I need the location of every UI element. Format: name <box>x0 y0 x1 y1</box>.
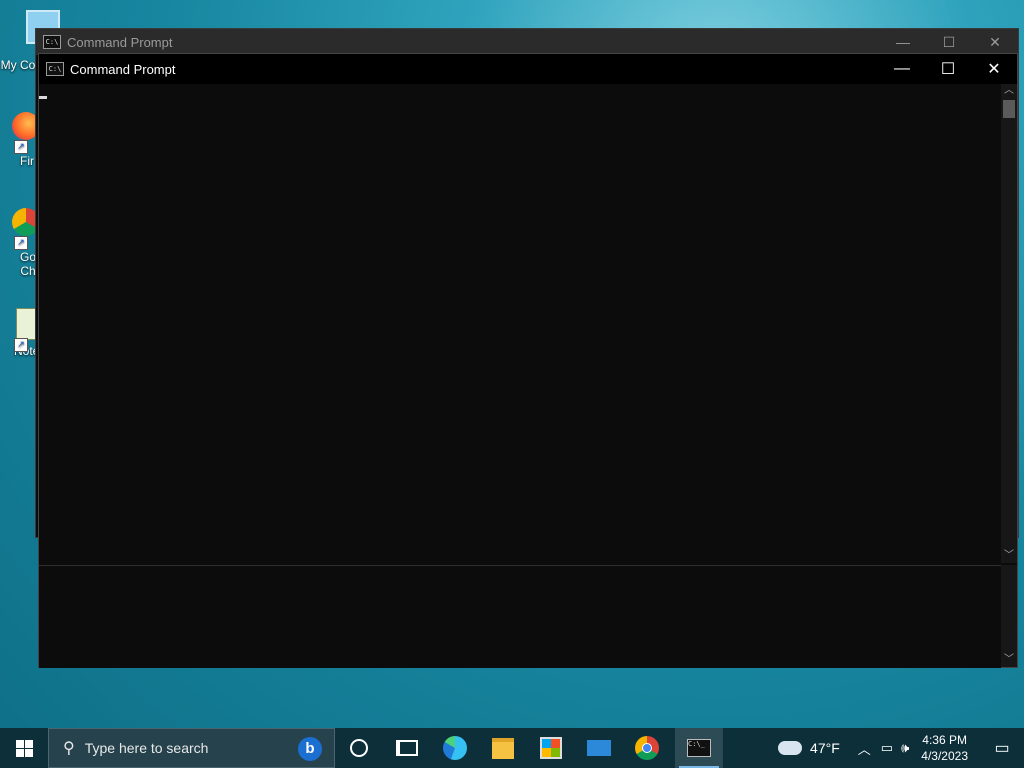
scroll-down-icon[interactable]: ﹀ <box>1001 653 1017 667</box>
cortana-button[interactable] <box>335 728 383 768</box>
text-cursor <box>39 96 47 99</box>
window-title: Command Prompt <box>70 61 176 77</box>
desktop-icon-label: Fir <box>20 154 34 168</box>
desktop-icon-firefox[interactable]: ↗ Fir <box>0 112 40 168</box>
taskbar-store[interactable] <box>527 728 575 768</box>
search-placeholder: Type here to search <box>84 740 209 756</box>
minimize-button[interactable]: — <box>879 54 925 84</box>
window-title: Command Prompt <box>67 34 173 50</box>
close-button[interactable]: ✕ <box>972 29 1018 55</box>
edge-icon <box>443 736 467 760</box>
store-icon <box>540 737 562 759</box>
taskbar-mail[interactable] <box>575 728 623 768</box>
clock-time: 4:36 PM <box>922 733 967 747</box>
cmd-icon: C:\ <box>46 62 64 76</box>
system-tray: 47°F ︿ ▭ 🕪 4:36 PM 4/3/2023 ▭ <box>778 728 1024 768</box>
search-box[interactable]: ⚲ Type here to search b <box>48 728 335 768</box>
chrome-icon <box>635 736 659 760</box>
show-hidden-icons-icon[interactable]: ︿ <box>858 739 871 758</box>
notifications-icon[interactable]: ▭ <box>980 738 1024 758</box>
windows-logo-icon <box>15 739 33 757</box>
taskbar-command-prompt[interactable]: C:\_ <box>675 728 723 768</box>
console-output-pane[interactable] <box>39 84 1001 563</box>
cmd-icon: C:\ <box>43 35 61 49</box>
minimize-button[interactable]: — <box>880 29 926 55</box>
desktop-icon-my-computer[interactable]: My Co <box>0 10 60 72</box>
search-icon: ⚲ <box>63 740 75 757</box>
desktop-icon-notepad[interactable]: ↗ Note <box>0 308 40 358</box>
volume-icon[interactable]: 🕪 <box>901 740 909 756</box>
task-view-icon <box>396 740 418 756</box>
taskbar-chrome[interactable] <box>623 728 671 768</box>
scrollbar-thumb[interactable] <box>1003 100 1015 118</box>
folder-icon <box>492 737 514 759</box>
background-window-titlebar[interactable]: C:\ Command Prompt — ☐ ✕ <box>36 29 1018 55</box>
cmd-window[interactable]: C:\ Command Prompt — ☐ ✕ ︿ ﹀ ﹀ <box>38 53 1018 668</box>
task-view-button[interactable] <box>383 728 431 768</box>
mail-icon <box>587 740 611 756</box>
bing-icon[interactable]: b <box>298 737 322 761</box>
scroll-down-icon[interactable]: ﹀ <box>1001 549 1017 563</box>
scrollbar-top[interactable]: ︿ ﹀ <box>1001 84 1017 563</box>
shortcut-arrow-icon: ↗ <box>14 140 28 154</box>
close-button[interactable]: ✕ <box>971 54 1017 84</box>
clock[interactable]: 4:36 PM 4/3/2023 <box>921 732 968 764</box>
desktop-icon-chrome[interactable]: ↗ Go Ch <box>0 208 40 278</box>
taskbar: ⚲ Type here to search b C:\_ 47°F ︿ ▭ 🕪 <box>0 728 1024 768</box>
network-icon[interactable]: ▭ <box>881 740 893 756</box>
console-lower-pane[interactable] <box>39 565 1001 668</box>
cortana-circle-icon <box>350 739 368 757</box>
desktop-icon-label: My Co <box>0 58 36 72</box>
weather-widget[interactable]: 47°F <box>778 740 840 756</box>
shortcut-arrow-icon: ↗ <box>14 236 28 250</box>
scroll-up-icon[interactable]: ︿ <box>1001 84 1017 98</box>
weather-temperature: 47°F <box>810 740 840 756</box>
cloud-icon <box>778 741 803 755</box>
clock-date: 4/3/2023 <box>921 749 968 763</box>
scrollbar-bottom[interactable]: ﹀ <box>1001 565 1017 667</box>
maximize-button[interactable]: ☐ <box>925 54 971 84</box>
taskbar-file-explorer[interactable] <box>479 728 527 768</box>
cmd-icon: C:\_ <box>687 739 711 757</box>
taskbar-edge[interactable] <box>431 728 479 768</box>
shortcut-arrow-icon: ↗ <box>14 338 28 352</box>
start-button[interactable] <box>0 728 48 768</box>
maximize-button[interactable]: ☐ <box>926 29 972 55</box>
window-titlebar[interactable]: C:\ Command Prompt — ☐ ✕ <box>39 54 1017 84</box>
